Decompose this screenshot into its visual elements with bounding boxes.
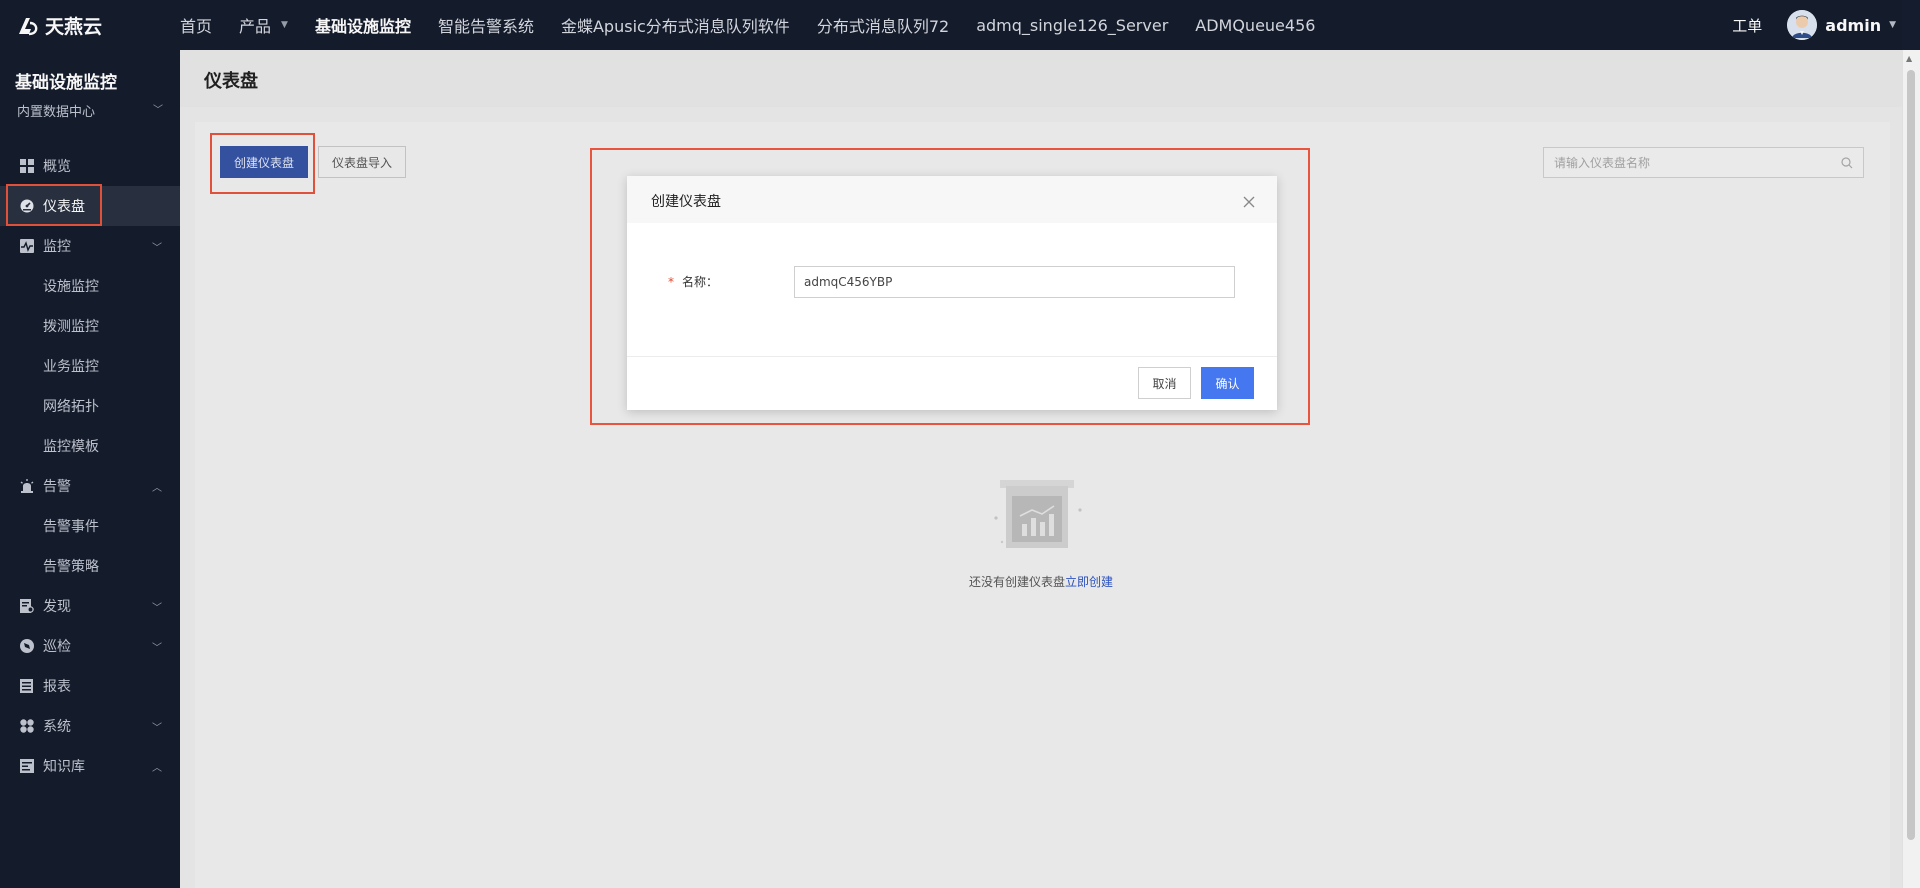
main-nav: 首页 产品 ▼ 基础设施监控 智能告警系统 金蝶Apusic分布式消息队列软件 … bbox=[180, 0, 1342, 50]
sidebar: 基础设施监控 内置数据中心 ﹀ 概览 仪表盘 监控 ﹀ 设施监控 拨测监控 业务… bbox=[0, 50, 180, 888]
ticket-link[interactable]: 工单 bbox=[1732, 15, 1762, 36]
sidebar-item-alarm-policy[interactable]: 告警策略 bbox=[0, 546, 180, 586]
create-now-link[interactable]: 立即创建 bbox=[1065, 575, 1113, 589]
create-dashboard-button[interactable]: 创建仪表盘 bbox=[220, 146, 308, 178]
user-area: 工单 admin ▼ bbox=[1732, 0, 1896, 50]
scrollbar-thumb[interactable] bbox=[1907, 70, 1915, 840]
brand-name: 天燕云 bbox=[45, 16, 103, 38]
caret-down-icon: ▼ bbox=[281, 20, 288, 30]
empty-state-text: 还没有创建仪表盘立即创建 bbox=[180, 573, 1902, 590]
page-title: 仪表盘 bbox=[204, 71, 258, 92]
chevron-down-icon: ﹀ bbox=[152, 722, 162, 734]
username[interactable]: admin bbox=[1825, 16, 1881, 35]
scroll-up-icon[interactable]: ▲ bbox=[1906, 54, 1912, 63]
modal-title: 创建仪表盘 bbox=[651, 194, 721, 210]
nav-products[interactable]: 产品 ▼ bbox=[239, 13, 288, 37]
sidebar-item-business-monitor[interactable]: 业务监控 bbox=[0, 346, 180, 386]
name-field-label: * 名称： bbox=[668, 273, 718, 290]
name-label-text: 名称： bbox=[682, 275, 719, 289]
cancel-button[interactable]: 取消 bbox=[1138, 367, 1191, 399]
dashboard-name-input[interactable] bbox=[794, 266, 1235, 298]
nav-infra-monitor[interactable]: 基础设施监控 bbox=[315, 13, 411, 37]
nav-mq72[interactable]: 分布式消息队列72 bbox=[817, 13, 949, 37]
sidebar-item-knowledge[interactable]: 知识库 ︿ bbox=[0, 746, 180, 786]
nav-admq-single[interactable]: admq_single126_Server bbox=[976, 16, 1168, 35]
user-avatar-icon bbox=[1787, 10, 1818, 40]
chevron-down-icon: ﹀ bbox=[152, 642, 162, 654]
sidebar-item-overview[interactable]: 概览 bbox=[0, 146, 180, 186]
nav-apusic-mq[interactable]: 金蝶Apusic分布式消息队列软件 bbox=[561, 13, 790, 37]
datacenter-label: 内置数据中心 bbox=[17, 105, 96, 120]
search-icon[interactable] bbox=[1841, 157, 1853, 169]
sidebar-item-label: 发现 bbox=[43, 599, 71, 615]
import-dashboard-button[interactable]: 仪表盘导入 bbox=[318, 146, 406, 178]
chevron-down-icon: ﹀ bbox=[153, 105, 163, 116]
top-navbar: 天燕云 首页 产品 ▼ 基础设施监控 智能告警系统 金蝶Apusic分布式消息队… bbox=[0, 0, 1920, 50]
sidebar-item-discover[interactable]: 发现 ﹀ bbox=[0, 586, 180, 626]
empty-dashboard-icon bbox=[994, 480, 1082, 548]
search-placeholder: 请输入仪表盘名称 bbox=[1554, 156, 1651, 170]
sidebar-item-monitor[interactable]: 监控 ﹀ bbox=[0, 226, 180, 266]
sidebar-item-alarm[interactable]: 告警 ︿ bbox=[0, 466, 180, 506]
sidebar-item-label: 仪表盘 bbox=[43, 199, 85, 215]
sidebar-title: 基础设施监控 bbox=[15, 73, 117, 93]
nav-admqueue[interactable]: ADMQueue456 bbox=[1195, 16, 1315, 35]
sidebar-item-facility-monitor[interactable]: 设施监控 bbox=[0, 266, 180, 306]
brand-logo-icon bbox=[19, 17, 38, 35]
sidebar-item-label: 系统 bbox=[43, 719, 71, 735]
alarm-icon bbox=[20, 479, 34, 493]
page-header: 仪表盘 bbox=[180, 50, 1902, 107]
sidebar-item-dashboard[interactable]: 仪表盘 bbox=[0, 186, 180, 226]
sidebar-item-label: 告警 bbox=[43, 479, 71, 495]
report-icon bbox=[20, 679, 33, 693]
nav-home[interactable]: 首页 bbox=[180, 13, 212, 37]
sidebar-item-system[interactable]: 系统 ﹀ bbox=[0, 706, 180, 746]
sidebar-item-label: 概览 bbox=[43, 159, 71, 175]
knowledge-icon bbox=[20, 759, 34, 773]
empty-state-message: 还没有创建仪表盘 bbox=[968, 575, 1065, 589]
nav-products-label: 产品 bbox=[239, 17, 272, 36]
sidebar-item-label: 知识库 bbox=[43, 759, 85, 775]
sidebar-item-inspect[interactable]: 巡检 ﹀ bbox=[0, 626, 180, 666]
nav-smart-alarm[interactable]: 智能告警系统 bbox=[438, 13, 534, 37]
datacenter-select[interactable]: 内置数据中心 ﹀ bbox=[17, 101, 163, 120]
discover-icon bbox=[20, 599, 34, 613]
sidebar-item-report[interactable]: 报表 bbox=[0, 666, 180, 706]
monitor-icon bbox=[20, 239, 34, 253]
sidebar-item-monitor-template[interactable]: 监控模板 bbox=[0, 426, 180, 466]
chevron-up-icon: ︿ bbox=[152, 762, 162, 774]
required-mark: * bbox=[668, 275, 674, 289]
modal-header: 创建仪表盘 bbox=[627, 176, 1277, 223]
sidebar-item-alarm-events[interactable]: 告警事件 bbox=[0, 506, 180, 546]
dashboard-icon bbox=[20, 199, 34, 213]
sidebar-item-network-topology[interactable]: 网络拓扑 bbox=[0, 386, 180, 426]
close-icon[interactable] bbox=[1243, 196, 1255, 208]
sidebar-item-dial-monitor[interactable]: 拨测监控 bbox=[0, 306, 180, 346]
create-dashboard-modal: 创建仪表盘 * 名称： 取消 确认 bbox=[627, 176, 1277, 410]
caret-down-icon[interactable]: ▼ bbox=[1889, 20, 1896, 30]
chevron-down-icon: ﹀ bbox=[152, 242, 162, 254]
grid-icon bbox=[20, 159, 34, 173]
modal-divider bbox=[627, 356, 1277, 357]
chevron-up-icon: ︿ bbox=[152, 482, 162, 494]
chevron-down-icon: ﹀ bbox=[152, 602, 162, 614]
system-icon bbox=[20, 719, 34, 733]
brand-logo[interactable]: 天燕云 bbox=[16, 12, 102, 39]
sidebar-item-label: 监控 bbox=[43, 239, 71, 255]
sidebar-item-label: 报表 bbox=[43, 679, 71, 695]
search-input[interactable]: 请输入仪表盘名称 bbox=[1543, 147, 1864, 178]
sidebar-item-label: 巡检 bbox=[43, 639, 71, 655]
avatar[interactable] bbox=[1787, 10, 1818, 40]
confirm-button[interactable]: 确认 bbox=[1201, 367, 1254, 399]
inspect-icon bbox=[20, 639, 34, 653]
